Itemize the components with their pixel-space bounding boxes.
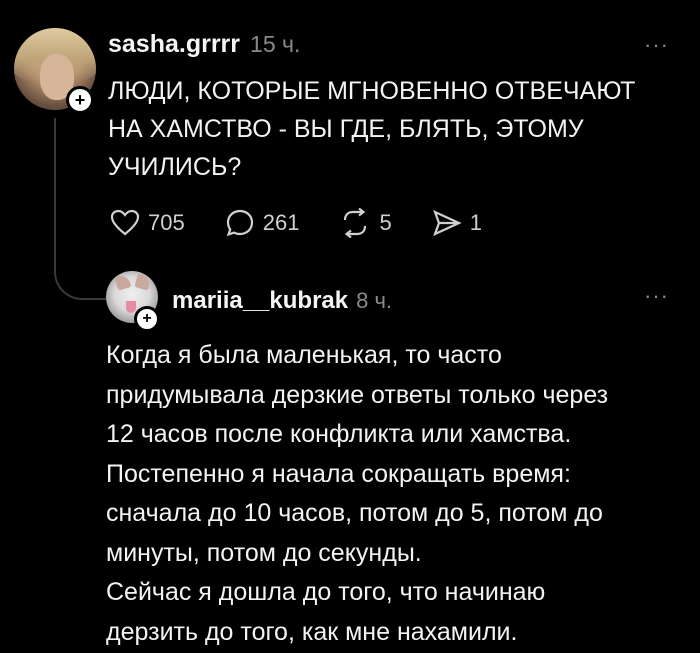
post-actions: 705 261 5 1 (110, 208, 482, 238)
reply-text-line: сначала до 10 часов, потом до 5, потом д… (106, 499, 603, 527)
reply-username[interactable]: mariia__kubrak (172, 287, 348, 315)
share-button[interactable]: 1 (432, 208, 482, 238)
post-header: sasha.grrrr 15 ч. (108, 30, 300, 59)
follow-plus-icon[interactable]: + (134, 306, 160, 332)
like-count: 705 (148, 210, 185, 235)
post-text-line: ЛЮДИ, КОТОРЫЕ МГНОВЕННО ОТВЕЧАЮТ (108, 77, 636, 105)
thread-connector-line (54, 118, 110, 300)
reply-text: Когда я была маленькая, то часто придумы… (106, 336, 696, 652)
reply-timestamp: 8 ч. (356, 288, 393, 313)
repost-button[interactable]: 5 (339, 208, 392, 238)
comment-button[interactable]: 261 (225, 208, 300, 238)
reply-text-line: минуты, потом до секунды. (106, 538, 422, 567)
heart-icon (110, 209, 140, 236)
post-more-options-icon[interactable]: ··· (644, 32, 669, 58)
send-icon (432, 209, 462, 237)
share-count: 1 (469, 210, 482, 235)
reply-text-line: дерзить до того, как мне нахамили. (106, 617, 518, 646)
comment-count: 261 (262, 210, 300, 235)
reply-text-line: Сейчас я дошла до того, что начинаю (106, 578, 546, 606)
post-text-line: НА ХАМСТВО - ВЫ ГДЕ, БЛЯТЬ, ЭТОМУ (108, 115, 584, 143)
avatar-cat-ear (114, 273, 132, 291)
reply-text-line: Постепенно я начала сокращать время: (106, 459, 571, 488)
comment-bubble-icon (226, 209, 253, 237)
like-button[interactable]: 705 (110, 208, 185, 238)
avatar-cat-tongue (126, 301, 136, 313)
follow-plus-icon[interactable]: + (66, 86, 94, 114)
avatar-cat-ear (134, 273, 152, 291)
repost-count: 5 (379, 210, 392, 235)
post-username[interactable]: sasha.grrrr (108, 30, 240, 59)
reply-text-line: придумывала дерзкие ответы только через (106, 380, 609, 409)
reply-header: mariia__kubrak 8 ч. (172, 287, 392, 315)
post-text: ЛЮДИ, КОТОРЫЕ МГНОВЕННО ОТВЕЧАЮТ НА ХАМС… (108, 72, 668, 186)
reply-more-options-icon[interactable]: ··· (644, 283, 669, 309)
post-text-line: УЧИЛИСЬ? (108, 153, 242, 181)
post-timestamp: 15 ч. (250, 31, 301, 57)
reply-text-line: 12 часов после конфликта или хамства. (106, 420, 572, 448)
repost-icon (344, 208, 367, 238)
reply-text-line: Когда я была маленькая, то часто (106, 341, 502, 369)
